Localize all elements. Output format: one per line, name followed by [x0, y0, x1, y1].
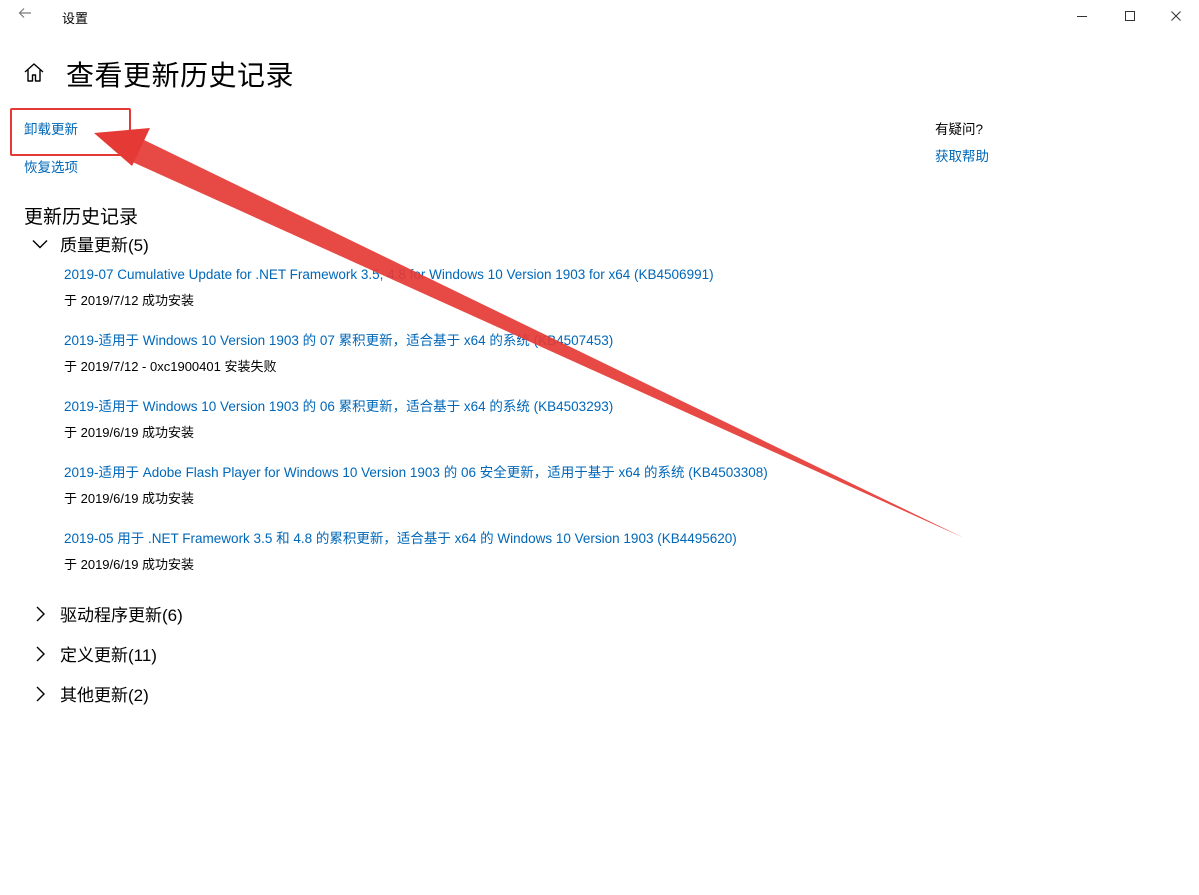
annotation-highlight-box — [10, 108, 131, 156]
list-item: 2019-07 Cumulative Update for .NET Frame… — [64, 266, 964, 332]
recovery-options-link[interactable]: 恢复选项 — [24, 156, 78, 176]
close-button[interactable] — [1162, 4, 1190, 28]
minimize-button[interactable] — [1068, 4, 1096, 28]
chevron-right-icon — [36, 606, 45, 621]
update-status: 于 2019/6/19 成功安装 — [64, 557, 195, 572]
chevron-right-icon — [36, 646, 45, 661]
update-title-link[interactable]: 2019-适用于 Windows 10 Version 1903 的 06 累积… — [64, 398, 964, 416]
minimize-icon — [1077, 16, 1087, 17]
group-definition-updates[interactable]: 定义更新(11) — [30, 641, 157, 666]
update-status: 于 2019/6/19 成功安装 — [64, 491, 195, 506]
quality-updates-list: 2019-07 Cumulative Update for .NET Frame… — [64, 266, 964, 596]
app-title: 设置 — [62, 11, 89, 26]
list-item: 2019-适用于 Windows 10 Version 1903 的 07 累积… — [64, 332, 964, 398]
get-help-link[interactable]: 获取帮助 — [935, 145, 989, 165]
back-button[interactable] — [14, 6, 36, 26]
home-button[interactable] — [22, 61, 46, 85]
list-item: 2019-适用于 Windows 10 Version 1903 的 06 累积… — [64, 398, 964, 464]
list-item: 2019-适用于 Adobe Flash Player for Windows … — [64, 464, 964, 530]
close-icon — [1171, 11, 1181, 21]
maximize-button[interactable] — [1116, 4, 1144, 28]
chevron-down-icon — [32, 239, 48, 248]
group-other-updates[interactable]: 其他更新(2) — [30, 681, 149, 706]
list-item: 2019-05 用于 .NET Framework 3.5 和 4.8 的累积更… — [64, 530, 964, 596]
maximize-icon — [1125, 11, 1135, 21]
page-title: 查看更新历史记录 — [66, 60, 295, 91]
group-driver-updates[interactable]: 驱动程序更新(6) — [30, 601, 183, 626]
update-title-link[interactable]: 2019-07 Cumulative Update for .NET Frame… — [64, 266, 964, 284]
update-title-link[interactable]: 2019-适用于 Adobe Flash Player for Windows … — [64, 464, 964, 482]
chevron-right-icon — [36, 686, 45, 701]
update-status: 于 2019/7/12 成功安装 — [64, 293, 195, 308]
group-quality-updates[interactable]: 质量更新(5) — [30, 231, 149, 256]
update-status: 于 2019/7/12 - 0xc1900401 安装失败 — [64, 359, 277, 374]
home-icon — [24, 63, 44, 82]
help-title: 有疑问? — [935, 122, 984, 137]
group-label: 定义更新(11) — [60, 646, 157, 665]
group-label: 驱动程序更新(6) — [60, 606, 183, 625]
back-arrow-icon — [18, 8, 31, 18]
update-status: 于 2019/6/19 成功安装 — [64, 425, 195, 440]
group-label: 其他更新(2) — [60, 686, 149, 705]
title-bar: 设置 — [0, 0, 1199, 32]
update-title-link[interactable]: 2019-05 用于 .NET Framework 3.5 和 4.8 的累积更… — [64, 530, 964, 548]
group-label: 质量更新(5) — [60, 236, 149, 255]
update-history-heading: 更新历史记录 — [24, 207, 139, 228]
update-title-link[interactable]: 2019-适用于 Windows 10 Version 1903 的 07 累积… — [64, 332, 964, 350]
